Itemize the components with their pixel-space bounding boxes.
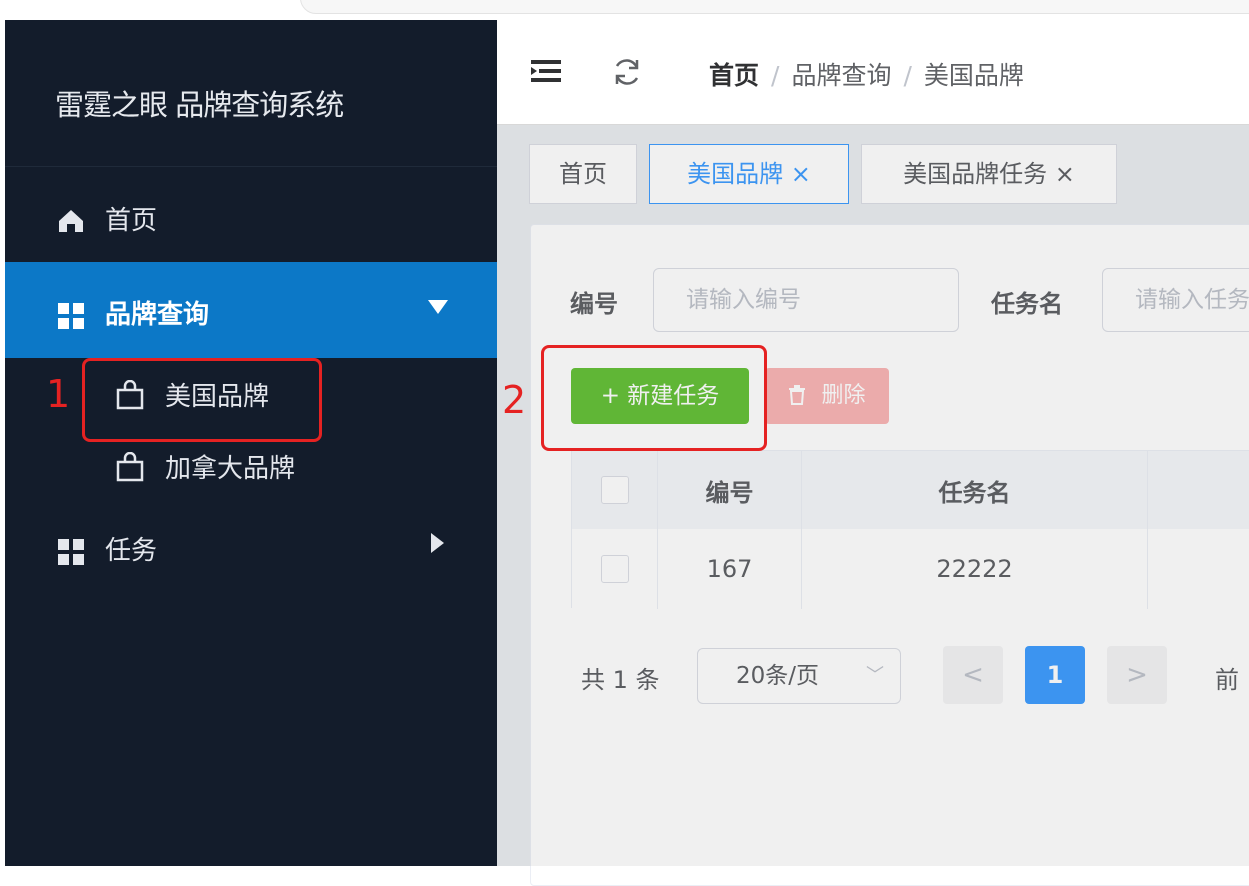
- delete-button[interactable]: 删除: [765, 368, 889, 424]
- table-header: 编号 任务名: [572, 451, 1249, 530]
- address-bar[interactable]: [300, 0, 1249, 14]
- caret-down-icon: [427, 298, 449, 320]
- id-search-input[interactable]: 请输入编号: [653, 268, 959, 332]
- app-title: 雷霆之眼 品牌查询系统: [55, 88, 344, 122]
- tab-us-brand[interactable]: 美国品牌 ×: [649, 144, 849, 204]
- annotation-box-1: [82, 358, 322, 442]
- breadcrumb-separator: /: [903, 61, 912, 90]
- pagination-goto-label: 前: [1215, 666, 1239, 694]
- delete-button-label: 删除: [821, 383, 866, 408]
- tab-home[interactable]: 首页: [529, 144, 637, 204]
- menu-item-label: 首页: [105, 206, 158, 236]
- grid-icon: [57, 538, 85, 570]
- page-size-select[interactable]: 20条/页 ﹀: [697, 648, 901, 704]
- top-header: 首页 / 品牌查询 / 美国品牌: [497, 20, 1249, 125]
- task-table: 编号 任务名 167 22222: [571, 450, 1249, 609]
- menu-item-label: 任务: [105, 536, 158, 566]
- menu-item-label: 品牌查询: [105, 300, 210, 330]
- menu-item-tasks[interactable]: 任务: [5, 502, 497, 598]
- column-header-id[interactable]: 编号: [658, 451, 802, 529]
- prev-page-button[interactable]: <: [943, 646, 1003, 704]
- breadcrumb-item-home[interactable]: 首页: [709, 61, 759, 90]
- caret-right-icon: [429, 532, 445, 558]
- breadcrumb-item-us-brand: 美国品牌: [923, 61, 1024, 90]
- column-header-task-name[interactable]: 任务名: [802, 451, 1148, 529]
- tab-us-brand-task[interactable]: 美国品牌任务 ×: [861, 144, 1117, 204]
- breadcrumb: 首页 / 品牌查询 / 美国品牌: [709, 56, 1024, 92]
- row-checkbox[interactable]: [600, 555, 629, 583]
- sidebar: 雷霆之眼 品牌查询系统 首页 品牌查询 美国品牌 加拿大品牌 任务: [5, 20, 497, 866]
- menu-item-home[interactable]: 首页: [5, 168, 497, 264]
- row-select-cell: [572, 529, 658, 609]
- trash-icon: [788, 383, 821, 408]
- browser-top-strip: [0, 0, 1249, 20]
- page-number-button[interactable]: 1: [1025, 646, 1085, 704]
- grid-icon: [57, 302, 85, 334]
- annotation-box-2: [541, 345, 767, 451]
- column-header-more: [1148, 451, 1249, 529]
- menu-item-brand-query[interactable]: 品牌查询: [5, 262, 497, 358]
- menu-fold-icon[interactable]: [531, 58, 561, 88]
- filter-label-id: 编号: [570, 290, 618, 318]
- select-all-checkbox[interactable]: [600, 476, 629, 504]
- table-row[interactable]: 167 22222: [572, 529, 1249, 609]
- chevron-down-icon: ﹀: [866, 665, 884, 686]
- annotation-number-2: 2: [502, 378, 527, 422]
- shopping-bag-icon: [115, 451, 145, 486]
- refresh-icon[interactable]: [611, 56, 643, 92]
- filter-label-task-name: 任务名: [991, 290, 1063, 318]
- task-name-search-input[interactable]: 请输入任务名: [1102, 268, 1249, 332]
- cell-task-name: 22222: [802, 529, 1148, 609]
- annotation-number-1: 1: [46, 372, 71, 416]
- submenu-item-label: 加拿大品牌: [165, 454, 296, 484]
- next-page-button[interactable]: >: [1107, 646, 1167, 704]
- app-logo: 雷霆之眼 品牌查询系统: [5, 20, 497, 167]
- breadcrumb-separator: /: [771, 61, 780, 90]
- cell-id: 167: [658, 529, 802, 609]
- cell-more: [1148, 529, 1249, 609]
- breadcrumb-item-brand-query[interactable]: 品牌查询: [791, 61, 891, 90]
- page-size-value: 20条/页: [736, 663, 820, 689]
- home-icon: [57, 208, 85, 238]
- pagination-total: 共 1 条: [581, 666, 660, 694]
- header-select-cell: [572, 451, 658, 529]
